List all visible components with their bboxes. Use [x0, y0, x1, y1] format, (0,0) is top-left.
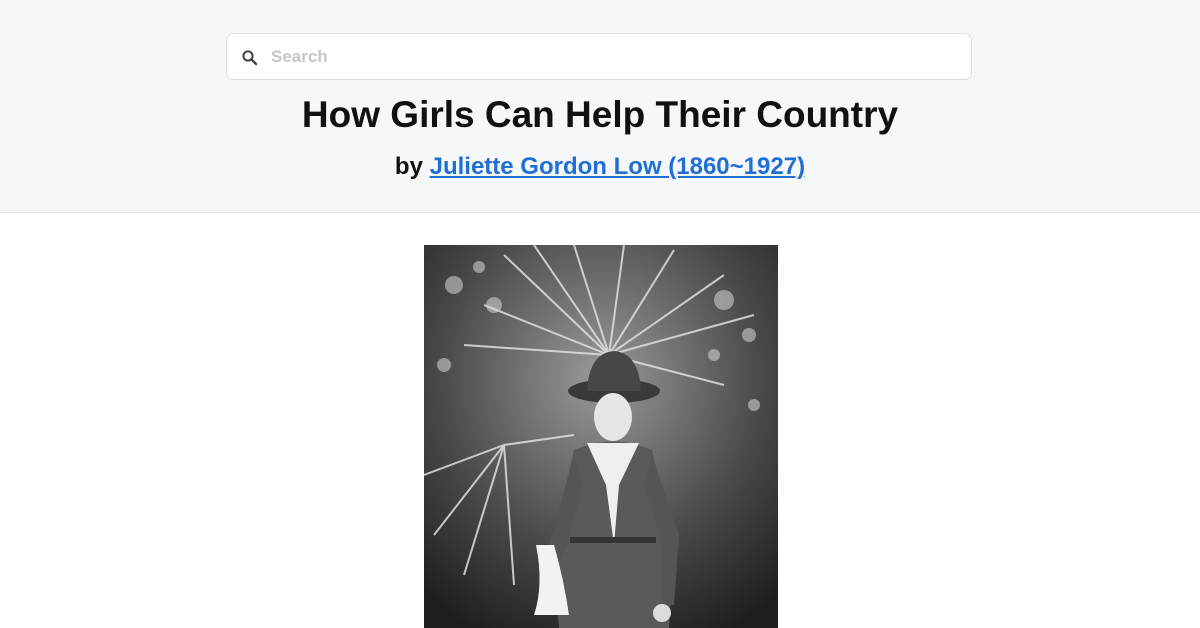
author-link[interactable]: Juliette Gordon Low (1860~1927)	[430, 153, 805, 180]
author-photo	[424, 245, 778, 628]
page-header: How Girls Can Help Their Country by Juli…	[0, 0, 1200, 213]
search-input[interactable]	[271, 34, 951, 79]
search-icon	[241, 49, 259, 67]
by-label: by	[394, 153, 430, 180]
book-title: How Girls Can Help Their Country	[301, 94, 899, 135]
search-box[interactable]	[226, 33, 972, 80]
byline: by Juliette Gordon Low (1860~1927)	[0, 152, 1200, 182]
